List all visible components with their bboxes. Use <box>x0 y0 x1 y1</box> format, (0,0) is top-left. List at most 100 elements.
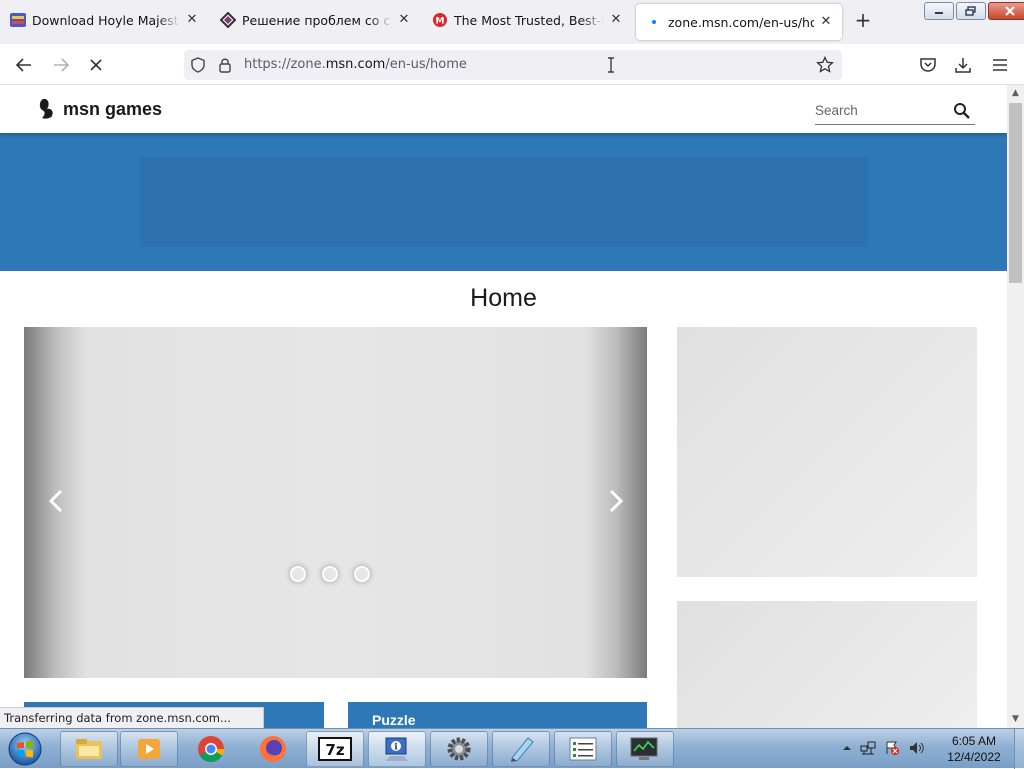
carousel-prev-button[interactable] <box>42 487 70 515</box>
taskbar-task-list[interactable] <box>554 731 612 767</box>
tracking-protection-shield-icon[interactable] <box>190 57 206 76</box>
tab-mega[interactable]: M The Most Trusted, Best-Protected ✕ <box>422 0 632 40</box>
chrome-icon <box>198 736 225 763</box>
taskbar-explorer[interactable] <box>60 731 118 767</box>
clock-date: 12/4/2022 <box>947 750 1001 764</box>
taskbar-setup[interactable]: i <box>368 731 426 767</box>
site-header: msn games <box>0 85 1007 133</box>
lock-icon[interactable] <box>218 57 232 76</box>
sidebar-ad-1[interactable] <box>677 327 977 577</box>
tab-problem-solving[interactable]: Решение проблем со скачиванием ✕ <box>210 0 420 40</box>
app-menu-button[interactable] <box>989 54 1011 76</box>
top-banner <box>0 133 1007 271</box>
7zip-icon: 7z <box>318 737 352 761</box>
back-button[interactable] <box>13 54 35 76</box>
stop-loading-button[interactable] <box>85 54 107 76</box>
logo-text: msn games <box>63 98 163 119</box>
pocket-button[interactable] <box>917 54 939 76</box>
carousel-next-button[interactable] <box>602 487 630 515</box>
minimize-icon <box>935 12 943 14</box>
butterfly-logo-icon <box>39 98 53 119</box>
site-favicon-icon <box>220 12 236 28</box>
taskbar-chrome[interactable] <box>182 731 240 767</box>
close-tab-icon[interactable]: ✕ <box>396 12 412 28</box>
navigation-toolbar: https://zone.msn.com/en-us/home <box>0 44 1024 85</box>
volume-icon[interactable] <box>908 740 926 759</box>
carousel-dot-2[interactable] <box>322 566 338 582</box>
search-icon[interactable] <box>953 102 971 123</box>
close-tab-icon[interactable]: ✕ <box>184 12 200 28</box>
taskbar-7zip[interactable]: 7z <box>306 731 364 767</box>
tab-title: zone.msn.com/en-us/home <box>668 14 814 30</box>
bookmark-star-icon[interactable] <box>816 55 834 77</box>
carousel-indicators <box>290 566 370 582</box>
show-hidden-icons-icon[interactable] <box>842 742 852 756</box>
notepad-icon <box>511 737 534 762</box>
forward-arrow-icon <box>54 58 70 72</box>
page-scrollbar[interactable]: ▲ ▼ <box>1007 85 1024 728</box>
setup-icon: i <box>385 737 408 761</box>
close-window-button[interactable] <box>988 2 1024 20</box>
taskbar-clock[interactable]: 6:05 AM 12/4/2022 <box>938 733 1010 765</box>
msn-games-logo[interactable]: msn games <box>38 97 162 121</box>
taskbar-notepad[interactable] <box>492 731 550 767</box>
chevron-right-icon <box>609 489 624 513</box>
svg-text:i: i <box>394 743 398 753</box>
restore-icon <box>965 6 976 16</box>
forward-button[interactable] <box>50 54 72 76</box>
status-bar: Transferring data from zone.msn.com... <box>0 707 264 728</box>
windows-start-orb-icon <box>8 732 42 766</box>
text-cursor-icon <box>606 57 616 76</box>
start-button[interactable] <box>4 730 46 768</box>
hoyle-favicon-icon <box>10 12 26 28</box>
monitor-icon <box>630 737 658 760</box>
taskbar-media-player[interactable] <box>120 731 178 767</box>
tab-hoyle-chess[interactable]: Download Hoyle Majestic Chess ✕ <box>0 0 208 40</box>
site-search <box>815 99 975 125</box>
close-tab-icon[interactable]: ✕ <box>818 14 834 30</box>
window-controls <box>924 2 1024 20</box>
scroll-down-icon[interactable]: ▼ <box>1007 711 1024 728</box>
taskbar-firefox[interactable] <box>244 731 302 767</box>
new-tab-button[interactable]: + <box>852 10 874 32</box>
downloads-button[interactable] <box>952 54 974 76</box>
carousel-dot-1[interactable] <box>290 566 306 582</box>
task-list-icon <box>569 737 597 761</box>
carousel-dot-3[interactable] <box>354 566 370 582</box>
explorer-icon <box>76 739 102 759</box>
pocket-icon <box>920 58 936 72</box>
svg-text:M: M <box>436 17 445 27</box>
download-icon <box>955 58 971 73</box>
minimize-button[interactable] <box>924 2 954 20</box>
banner-ad-slot[interactable] <box>140 157 868 247</box>
scroll-up-icon[interactable]: ▲ <box>1007 85 1024 102</box>
sidebar-ad-2[interactable] <box>677 601 977 728</box>
network-icon[interactable] <box>860 740 876 759</box>
show-desktop-button[interactable] <box>1014 729 1024 769</box>
tab-title: Решение проблем со скачиванием <box>242 12 392 28</box>
address-bar[interactable]: https://zone.msn.com/en-us/home <box>184 50 842 80</box>
hamburger-menu-icon <box>993 59 1007 71</box>
firefox-icon <box>260 736 286 762</box>
featured-carousel[interactable] <box>24 327 647 678</box>
url-text[interactable]: https://zone.msn.com/en-us/home <box>244 57 467 72</box>
mega-favicon-icon: M <box>432 12 448 28</box>
media-player-icon <box>138 739 160 759</box>
tab-msn-zone[interactable]: zone.msn.com/en-us/home ✕ <box>636 4 842 40</box>
clock-time: 6:05 AM <box>951 734 997 748</box>
stop-x-icon <box>90 59 102 71</box>
category-card-puzzle[interactable]: Puzzle <box>348 702 647 728</box>
close-tab-icon[interactable]: ✕ <box>608 12 624 28</box>
search-input[interactable] <box>815 99 945 121</box>
close-icon <box>1005 6 1015 16</box>
settings-gear-icon <box>447 737 471 761</box>
taskbar-monitor[interactable] <box>616 731 674 767</box>
action-center-icon[interactable] <box>884 740 900 759</box>
chevron-left-icon <box>48 489 63 513</box>
scrollbar-thumb[interactable] <box>1009 103 1022 283</box>
system-tray <box>842 729 926 769</box>
restore-button[interactable] <box>956 2 986 20</box>
back-arrow-icon <box>15 58 31 72</box>
taskbar-settings[interactable] <box>430 731 488 767</box>
tab-title: The Most Trusted, Best-Protected <box>454 12 604 28</box>
